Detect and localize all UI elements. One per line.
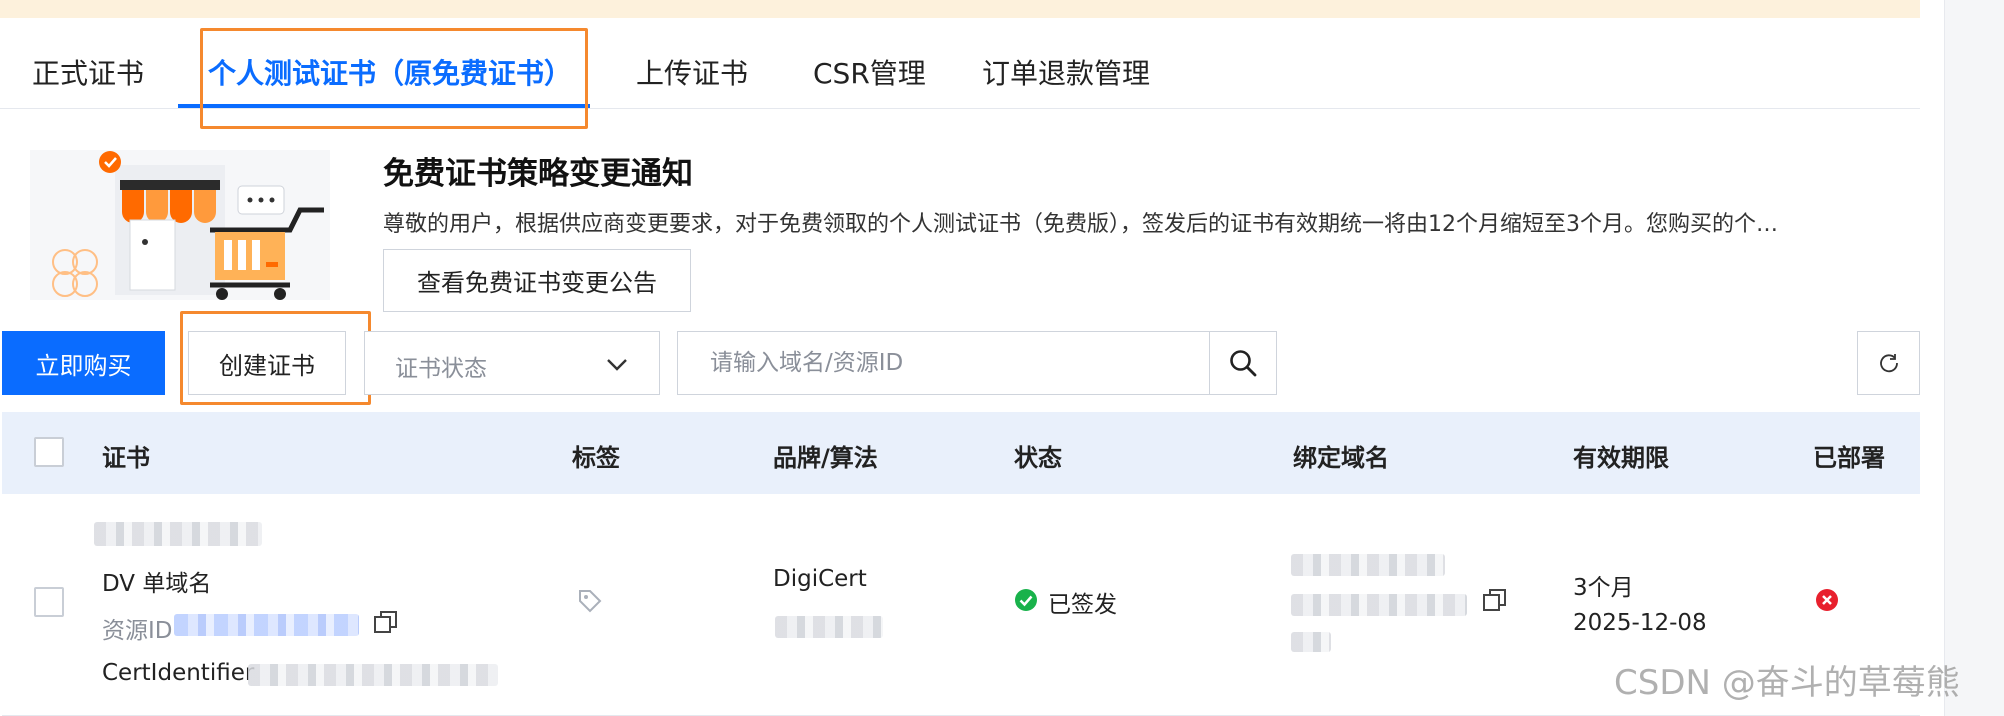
column-header-brand: 品牌/算法 <box>773 444 878 472</box>
cert-status-placeholder: 证书状态 <box>395 356 487 382</box>
tab-refund-management[interactable]: 订单退款管理 <box>982 52 1150 92</box>
redacted-cert-name <box>94 522 262 546</box>
tag-icon[interactable] <box>575 586 605 616</box>
check-circle-icon <box>1013 587 1039 613</box>
tab-bar: 正式证书 个人测试证书（原免费证书） 上传证书 CSR管理 订单退款管理 <box>0 40 1920 109</box>
validity-period: 3个月 <box>1573 575 1634 601</box>
column-header-validity: 有效期限 <box>1573 444 1669 472</box>
column-header-tag: 标签 <box>572 444 620 472</box>
table-header: 证书 标签 品牌/算法 状态 绑定域名 有效期限 已部署 <box>2 412 1920 494</box>
redacted-algorithm <box>775 616 883 638</box>
tab-upload-cert[interactable]: 上传证书 <box>636 52 748 92</box>
create-cert-button[interactable]: 创建证书 <box>188 331 346 395</box>
redacted-domain-3 <box>1291 632 1331 652</box>
column-header-deployed: 已部署 <box>1813 444 1885 472</box>
status-text: 已签发 <box>1048 592 1117 618</box>
select-all-checkbox[interactable] <box>34 437 64 467</box>
brand-name: DigiCert <box>773 566 867 592</box>
cert-identifier-label: CertIdentifier <box>102 660 255 686</box>
search-button[interactable] <box>1209 331 1277 395</box>
redacted-domain-2 <box>1291 594 1467 616</box>
copy-icon[interactable] <box>372 608 400 636</box>
active-tab-indicator <box>178 104 590 108</box>
view-announcement-button[interactable]: 查看免费证书变更公告 <box>383 249 691 312</box>
notice-title: 免费证书策略变更通知 <box>383 156 693 192</box>
cert-status-select[interactable]: 证书状态 <box>364 331 660 395</box>
not-deployed-icon <box>1814 587 1840 613</box>
notice-strip <box>0 0 1920 18</box>
resource-id-label: 资源ID <box>102 618 173 644</box>
column-header-domain: 绑定域名 <box>1293 444 1389 472</box>
redacted-cert-identifier <box>248 664 498 686</box>
refresh-icon <box>1879 354 1898 373</box>
cert-type: DV 单域名 <box>102 571 212 597</box>
tab-formal-cert[interactable]: 正式证书 <box>32 52 144 92</box>
chevron-down-icon <box>607 359 627 371</box>
shop-illustration <box>10 140 350 310</box>
search-input[interactable] <box>678 332 1210 394</box>
domain-search-box <box>677 331 1210 395</box>
column-header-status: 状态 <box>1014 444 1062 472</box>
tab-personal-test-cert[interactable]: 个人测试证书（原免费证书） <box>208 52 572 92</box>
copy-domain-icon[interactable] <box>1481 586 1509 614</box>
refresh-button[interactable] <box>1857 331 1920 395</box>
tab-csr-management[interactable]: CSR管理 <box>813 52 926 92</box>
redacted-resource-id[interactable] <box>174 614 359 636</box>
expiry-date: 2025-12-08 <box>1573 610 1707 636</box>
watermark: CSDN @奋斗的草莓熊 <box>1614 663 1960 703</box>
row-checkbox[interactable] <box>34 587 64 617</box>
redacted-domain-1 <box>1291 554 1445 576</box>
right-scroll-gutter <box>1944 0 2004 716</box>
notice-text: 尊敬的用户，根据供应商变更要求，对于免费领取的个人测试证书（免费版），签发后的证… <box>383 212 1778 237</box>
search-icon <box>1230 350 1257 377</box>
column-header-cert: 证书 <box>102 444 150 472</box>
buy-now-button[interactable]: 立即购买 <box>2 331 165 395</box>
